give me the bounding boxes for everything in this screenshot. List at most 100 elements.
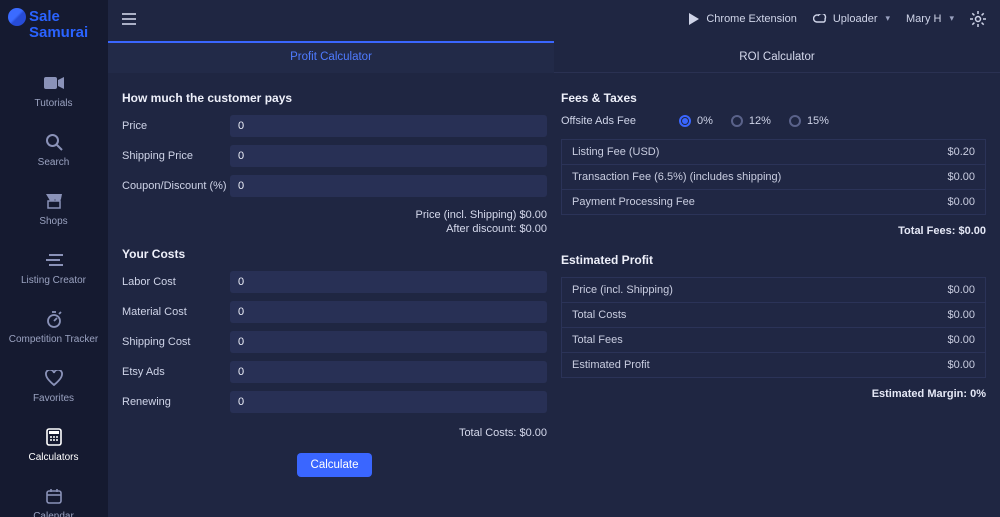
chevron-down-icon: ▾ — [949, 13, 954, 24]
fee-row-transaction: Transaction Fee (6.5%) (includes shippin… — [561, 165, 986, 190]
radio-label: 0% — [697, 115, 713, 127]
sidebar-item-search[interactable]: Search — [0, 121, 107, 180]
input-labor-cost[interactable] — [230, 271, 547, 293]
sidebar-item-label: Favorites — [33, 393, 74, 404]
brand-logo: Sale Samurai — [0, 0, 107, 48]
profit-label: Total Costs — [572, 309, 626, 321]
price-incl-shipping-line: Price (incl. Shipping) $0.00 — [122, 209, 547, 221]
input-price[interactable] — [230, 115, 547, 137]
chrome-extension-label: Chrome Extension — [706, 13, 797, 25]
section-title-customer-pays: How much the customer pays — [122, 91, 547, 105]
profit-label: Total Fees — [572, 334, 623, 346]
fee-row-listing: Listing Fee (USD) $0.20 — [561, 139, 986, 165]
settings-button[interactable] — [970, 11, 986, 27]
total-fees-line: Total Fees: $0.00 — [561, 225, 986, 237]
sidebar-item-favorites[interactable]: Favorites — [0, 357, 107, 416]
label-etsy-ads: Etsy Ads — [122, 366, 230, 378]
tab-label: ROI Calculator — [739, 51, 814, 63]
video-camera-icon — [43, 74, 65, 92]
tab-label: Profit Calculator — [290, 51, 372, 63]
sidebar-item-tutorials[interactable]: Tutorials — [0, 62, 107, 121]
input-material-cost[interactable] — [230, 301, 547, 323]
calendar-icon — [43, 487, 65, 505]
search-icon — [43, 133, 65, 151]
row-shipping-price: Shipping Price — [122, 145, 547, 167]
input-shipping-price[interactable] — [230, 145, 547, 167]
gear-icon — [970, 11, 986, 27]
fee-value: $0.00 — [947, 171, 975, 183]
row-shipping-cost: Shipping Cost — [122, 331, 547, 353]
profit-label: Estimated Profit — [572, 359, 650, 371]
sidebar-item-label: Shops — [39, 216, 67, 227]
radio-unselected-icon — [731, 115, 743, 127]
fee-value: $0.20 — [947, 146, 975, 158]
list-icon — [43, 251, 65, 269]
profit-value: $0.00 — [947, 309, 975, 321]
label-coupon: Coupon/Discount (%) — [122, 180, 230, 192]
profit-row-total-fees: Total Fees $0.00 — [561, 328, 986, 353]
profit-value: $0.00 — [947, 359, 975, 371]
label-renewing: Renewing — [122, 396, 230, 408]
uploader-menu[interactable]: Uploader ▾ — [813, 13, 890, 25]
row-renewing: Renewing — [122, 391, 547, 413]
fees-table: Listing Fee (USD) $0.20 Transaction Fee … — [561, 139, 986, 215]
radio-label: 15% — [807, 115, 829, 127]
total-costs-line: Total Costs: $0.00 — [122, 427, 547, 439]
profit-value: $0.00 — [947, 284, 975, 296]
profit-label: Price (incl. Shipping) — [572, 284, 673, 296]
profit-value: $0.00 — [947, 334, 975, 346]
sidebar-item-calculators[interactable]: Calculators — [0, 416, 107, 475]
sidebar-item-calendar[interactable]: Calendar — [0, 475, 107, 517]
estimated-margin-line: Estimated Margin: 0% — [561, 388, 986, 400]
sidebar-item-competition-tracker[interactable]: Competition Tracker — [0, 298, 107, 357]
tab-profit-calculator[interactable]: Profit Calculator — [108, 41, 554, 73]
sidebar-item-label: Listing Creator — [21, 275, 86, 286]
content: How much the customer pays Price Shippin… — [108, 73, 1000, 517]
chrome-extension-link[interactable]: Chrome Extension — [688, 13, 797, 25]
sidebar-nav: Tutorials Search Shops Listing Creator C… — [0, 62, 107, 517]
profit-row-price-incl: Price (incl. Shipping) $0.00 — [561, 277, 986, 303]
sidebar-item-shops[interactable]: Shops — [0, 180, 107, 239]
right-column: Fees & Taxes Offsite Ads Fee 0% 12% 15% — [561, 91, 986, 507]
radio-offsite-15[interactable]: 15% — [789, 115, 829, 127]
tab-roi-calculator[interactable]: ROI Calculator — [554, 41, 1000, 73]
sidebar: Sale Samurai Tutorials Search Shops — [0, 0, 108, 517]
row-labor-cost: Labor Cost — [122, 271, 547, 293]
label-shipping-price: Shipping Price — [122, 150, 230, 162]
section-title-estimated-profit: Estimated Profit — [561, 253, 986, 267]
stopwatch-icon — [43, 310, 65, 328]
label-material-cost: Material Cost — [122, 306, 230, 318]
row-material-cost: Material Cost — [122, 301, 547, 323]
user-name: Mary H — [906, 13, 941, 25]
row-price: Price — [122, 115, 547, 137]
input-coupon[interactable] — [230, 175, 547, 197]
label-shipping-cost: Shipping Cost — [122, 336, 230, 348]
label-labor-cost: Labor Cost — [122, 276, 230, 288]
after-discount-line: After discount: $0.00 — [122, 223, 547, 235]
input-shipping-cost[interactable] — [230, 331, 547, 353]
heart-icon — [43, 369, 65, 387]
radio-unselected-icon — [789, 115, 801, 127]
profit-row-total-costs: Total Costs $0.00 — [561, 303, 986, 328]
chevron-down-icon: ▾ — [885, 13, 890, 24]
main: Chrome Extension Uploader ▾ Mary H ▾ Pro… — [108, 0, 1000, 517]
radio-offsite-12[interactable]: 12% — [731, 115, 771, 127]
fee-label: Transaction Fee (6.5%) (includes shippin… — [572, 171, 781, 183]
sidebar-item-label: Calculators — [28, 452, 78, 463]
play-store-icon — [688, 13, 700, 25]
storefront-icon — [43, 192, 65, 210]
radio-offsite-0[interactable]: 0% — [679, 115, 713, 127]
calculate-button[interactable]: Calculate — [297, 453, 373, 477]
tabs: Profit Calculator ROI Calculator — [108, 41, 1000, 73]
row-etsy-ads: Etsy Ads — [122, 361, 547, 383]
menu-toggle-icon[interactable] — [122, 13, 136, 25]
sidebar-item-listing-creator[interactable]: Listing Creator — [0, 239, 107, 298]
left-column: How much the customer pays Price Shippin… — [122, 91, 547, 507]
profit-table: Price (incl. Shipping) $0.00 Total Costs… — [561, 277, 986, 378]
user-menu[interactable]: Mary H ▾ — [906, 13, 954, 25]
uploader-label: Uploader — [833, 13, 878, 25]
input-etsy-ads[interactable] — [230, 361, 547, 383]
label-price: Price — [122, 120, 230, 132]
section-title-your-costs: Your Costs — [122, 247, 547, 261]
input-renewing[interactable] — [230, 391, 547, 413]
